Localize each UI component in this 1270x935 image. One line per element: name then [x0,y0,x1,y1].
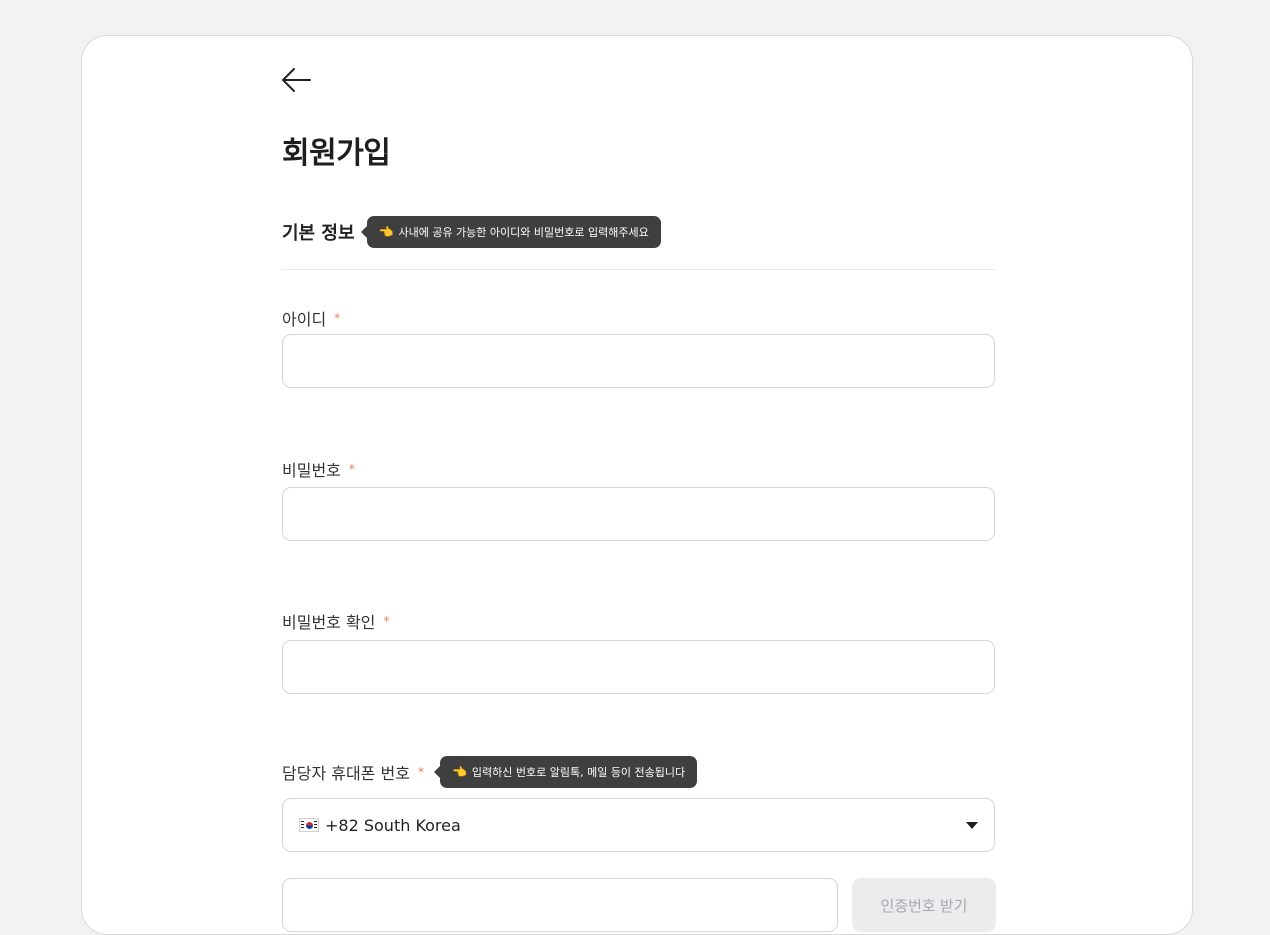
phone-label-text: 담당자 휴대폰 번호 [282,764,410,783]
section-divider [282,269,996,270]
id-input[interactable] [283,335,994,387]
password-input[interactable] [283,488,994,540]
password-confirm-label: 비밀번호 확인 * [282,609,389,633]
country-code-value: +82 South Korea [325,815,461,835]
back-button[interactable] [278,62,318,98]
phone-tooltip-text: 입력하신 번호로 알림톡, 메일 등이 전송됩니다 [471,766,686,779]
id-label: 아이디 * [282,306,340,330]
arrow-left-icon [282,68,311,92]
section-tooltip-text: 사내에 공유 가능한 아이디와 비밀번호로 입력해주세요 [398,226,649,239]
id-label-text: 아이디 [282,310,327,329]
password-label: 비밀번호 * [282,457,355,481]
pointing-hand-icon: 👈 [378,225,394,239]
section-title: 기본 정보 [282,223,355,244]
caret-down-icon [966,821,978,829]
pointing-hand-icon: 👈 [451,765,467,779]
required-mark: * [383,614,390,628]
required-mark: * [334,311,341,325]
password-label-text: 비밀번호 [282,461,341,480]
required-mark: * [417,765,424,779]
phone-label: 담당자 휴대폰 번호 * 👈 입력하신 번호로 알림톡, 메일 등이 전송됩니다 [282,756,698,788]
phone-number-input[interactable] [283,879,837,931]
id-field[interactable] [282,334,995,388]
section-tooltip: 👈 사내에 공유 가능한 아이디와 비밀번호로 입력해주세요 [360,216,661,248]
signup-card: 회원가입 기본 정보 👈 사내에 공유 가능한 아이디와 비밀번호로 입력해주세… [81,35,1193,935]
page-title: 회원가입 [282,136,391,171]
password-field[interactable] [282,487,995,541]
phone-tooltip: 👈 입력하신 번호로 알림톡, 메일 등이 전송됩니다 [433,756,698,788]
country-code-select[interactable]: +82 South Korea [282,798,995,852]
section-basic-info: 기본 정보 👈 사내에 공유 가능한 아이디와 비밀번호로 입력해주세요 [282,216,661,248]
phone-number-field[interactable] [282,878,838,932]
request-verification-button[interactable]: 인증번호 받기 [852,878,996,932]
south-korea-flag-icon [299,818,319,832]
password-confirm-field[interactable] [282,640,995,694]
required-mark: * [348,462,355,476]
password-confirm-label-text: 비밀번호 확인 [282,613,376,632]
password-confirm-input[interactable] [283,641,994,693]
